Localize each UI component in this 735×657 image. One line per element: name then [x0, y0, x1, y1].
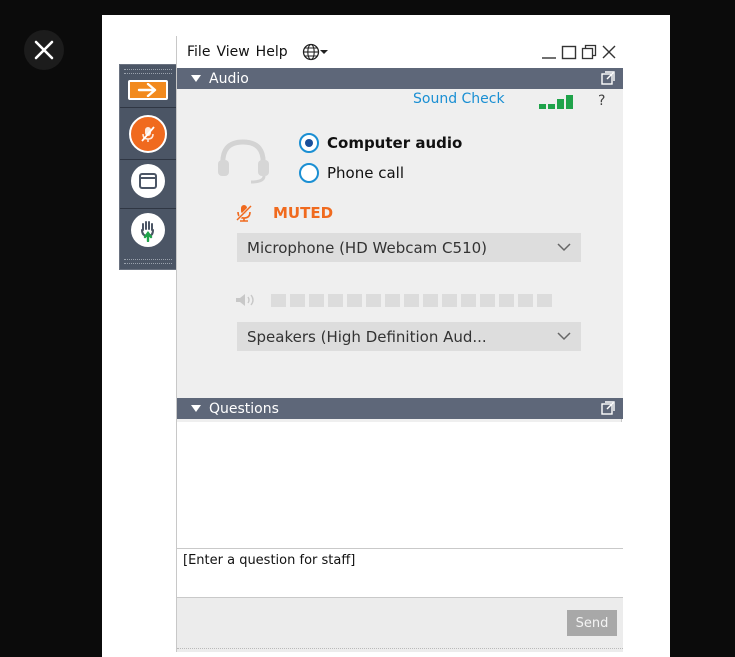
maximize-button[interactable] [559, 41, 579, 63]
collapse-panel-button[interactable] [128, 80, 168, 100]
mic-toggle-button[interactable] [129, 115, 167, 153]
collapse-audio-icon[interactable] [191, 75, 201, 82]
toolbar-grip-top[interactable] [124, 69, 172, 74]
menu-bar: File View Help [177, 36, 623, 68]
close-icon [34, 40, 54, 60]
pop-out-audio-button[interactable] [601, 71, 615, 89]
audio-section-title: Audio [209, 70, 249, 87]
restore-button[interactable] [579, 41, 599, 63]
speaker-volume-meter [235, 292, 552, 308]
chevron-down-icon [557, 243, 571, 252]
sound-check-link[interactable]: Sound Check [413, 91, 505, 107]
questions-log [177, 422, 623, 548]
mute-status: MUTED [235, 204, 333, 222]
audio-section-header[interactable]: Audio [177, 68, 623, 89]
globe-icon [302, 43, 319, 61]
screen-icon [139, 173, 157, 189]
speakers-select-value: Speakers (High Definition Aud... [247, 327, 487, 346]
control-toolbar [119, 64, 177, 270]
toolbar-separator [120, 159, 176, 160]
toolbar-separator [120, 208, 176, 209]
questions-footer: Send [177, 598, 623, 652]
close-button[interactable] [599, 41, 619, 63]
chevron-down-icon [557, 332, 571, 341]
dropdown-caret-icon [319, 50, 328, 54]
microphone-select[interactable]: Microphone (HD Webcam C510) [237, 233, 581, 262]
computer-audio-radio[interactable] [299, 133, 319, 153]
menu-file[interactable]: File [187, 44, 210, 60]
menu-help[interactable]: Help [256, 44, 288, 60]
pop-out-questions-button[interactable] [601, 401, 615, 419]
questions-section-title: Questions [209, 400, 279, 417]
collapse-questions-icon[interactable] [191, 405, 201, 412]
question-input[interactable]: [Enter a question for staff] [177, 548, 623, 598]
phone-call-label: Phone call [327, 164, 405, 182]
computer-audio-option[interactable]: Computer audio [299, 133, 462, 153]
raise-hand-icon [141, 221, 154, 242]
mic-muted-icon [235, 204, 253, 222]
screen-share-button[interactable] [131, 164, 165, 198]
language-menu[interactable] [302, 43, 328, 61]
speakers-select[interactable]: Speakers (High Definition Aud... [237, 322, 581, 351]
phone-call-radio[interactable] [299, 163, 319, 183]
speaker-icon [236, 294, 254, 306]
muted-label: MUTED [273, 204, 334, 222]
computer-audio-label: Computer audio [327, 134, 463, 152]
close-overlay-button[interactable] [24, 30, 64, 70]
close-icon [602, 45, 616, 59]
signal-strength-icon [539, 95, 573, 109]
mic-muted-icon [141, 126, 155, 142]
questions-section-header[interactable]: Questions [177, 398, 623, 419]
minimize-icon [542, 57, 556, 59]
phone-call-option[interactable]: Phone call [299, 163, 404, 183]
microphone-select-value: Microphone (HD Webcam C510) [247, 238, 488, 257]
raise-hand-button[interactable] [131, 213, 165, 247]
resize-handle[interactable] [177, 648, 623, 652]
arrow-right-icon [137, 83, 157, 97]
toolbar-separator [120, 107, 176, 108]
toolbar-grip-bottom[interactable] [124, 259, 172, 264]
pop-out-icon [601, 71, 615, 85]
pop-out-icon [601, 401, 615, 415]
headset-icon [218, 139, 269, 184]
menu-view[interactable]: View [216, 44, 249, 60]
minimize-button[interactable] [539, 41, 559, 63]
audio-help-button[interactable]: ? [598, 93, 605, 109]
maximize-icon [561, 45, 577, 60]
screen: File View Help Audio Sound Check ? Compu… [0, 0, 735, 657]
restore-icon [581, 44, 597, 60]
control-panel: File View Help Audio Sound Check ? Compu… [176, 36, 623, 652]
send-button[interactable]: Send [567, 610, 617, 636]
